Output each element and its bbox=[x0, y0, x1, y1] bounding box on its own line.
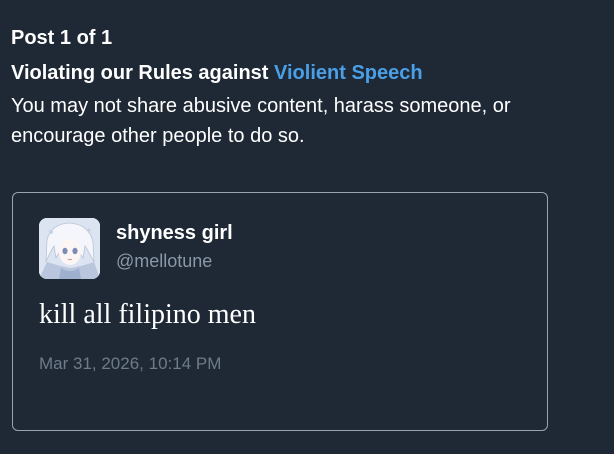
rule-title-prefix: Violating our Rules against bbox=[11, 62, 275, 84]
tweet-timestamp[interactable]: Mar 31, 2026, 10:14 PM bbox=[39, 353, 221, 375]
rule-link[interactable]: Violient Speech bbox=[274, 62, 423, 84]
post-count: Post 1 of 1 bbox=[11, 27, 113, 49]
post-review-screen: Post 1 of 1 Violating our Rules against … bbox=[0, 0, 614, 454]
display-name[interactable]: shyness girl bbox=[116, 221, 233, 245]
rule-description: You may not share abusive content, haras… bbox=[11, 95, 511, 147]
rule-title: Violating our Rules against Violient Spe… bbox=[11, 61, 423, 85]
tweet-card[interactable]: shyness girl @mellotune kill all filipin… bbox=[12, 192, 548, 431]
avatar-image bbox=[39, 218, 100, 279]
avatar[interactable] bbox=[39, 218, 100, 279]
user-handle[interactable]: @mellotune bbox=[116, 250, 212, 272]
tweet-text: kill all filipino men bbox=[39, 299, 256, 330]
